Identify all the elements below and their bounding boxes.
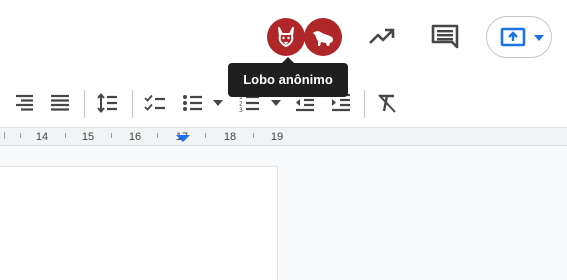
svg-text:3: 3 xyxy=(239,107,243,114)
clear-formatting-icon[interactable] xyxy=(375,91,399,115)
ruler-label-18: 18 xyxy=(223,131,237,143)
chevron-down-icon[interactable] xyxy=(271,100,281,106)
animal-icon xyxy=(313,31,334,46)
collaborator-avatar-animal[interactable] xyxy=(304,18,342,56)
ruler-tick xyxy=(111,133,112,138)
chevron-down-icon[interactable] xyxy=(213,100,223,106)
align-justify-icon[interactable] xyxy=(48,91,72,115)
chevron-down-icon xyxy=(534,35,544,41)
comment-icon[interactable] xyxy=(429,22,461,52)
toolbar-divider xyxy=(84,90,85,118)
present-icon xyxy=(500,27,526,47)
checklist-icon[interactable] xyxy=(143,91,167,115)
wolf-icon xyxy=(278,27,294,47)
collaborator-avatar-wolf[interactable] xyxy=(267,18,305,56)
ruler-label-15: 15 xyxy=(81,131,95,143)
ruler-tick xyxy=(20,133,21,138)
ruler-tick xyxy=(4,132,5,139)
first-line-indent-marker[interactable] xyxy=(176,135,190,142)
document-page[interactable] xyxy=(0,166,278,280)
ruler-tick xyxy=(205,133,206,138)
ruler-tick xyxy=(65,133,66,138)
line-spacing-icon[interactable] xyxy=(95,91,119,115)
ruler-label-16: 16 xyxy=(128,131,142,143)
ruler-label-19: 19 xyxy=(270,131,284,143)
bulleted-list-icon[interactable] xyxy=(181,91,205,115)
trending-up-icon[interactable] xyxy=(367,24,397,48)
toolbar-divider xyxy=(364,90,365,118)
toolbar-divider xyxy=(132,90,133,118)
align-right-icon[interactable] xyxy=(12,91,36,115)
ruler-tick xyxy=(253,133,254,138)
ruler-tick xyxy=(157,133,158,138)
present-button[interactable] xyxy=(486,16,552,58)
horizontal-ruler[interactable]: 14 15 16 17 18 19 xyxy=(0,127,567,146)
collaborator-tooltip: Lobo anônimo xyxy=(228,57,348,97)
ruler-label-14: 14 xyxy=(35,131,49,143)
top-bar: Lobo anônimo xyxy=(0,0,567,97)
